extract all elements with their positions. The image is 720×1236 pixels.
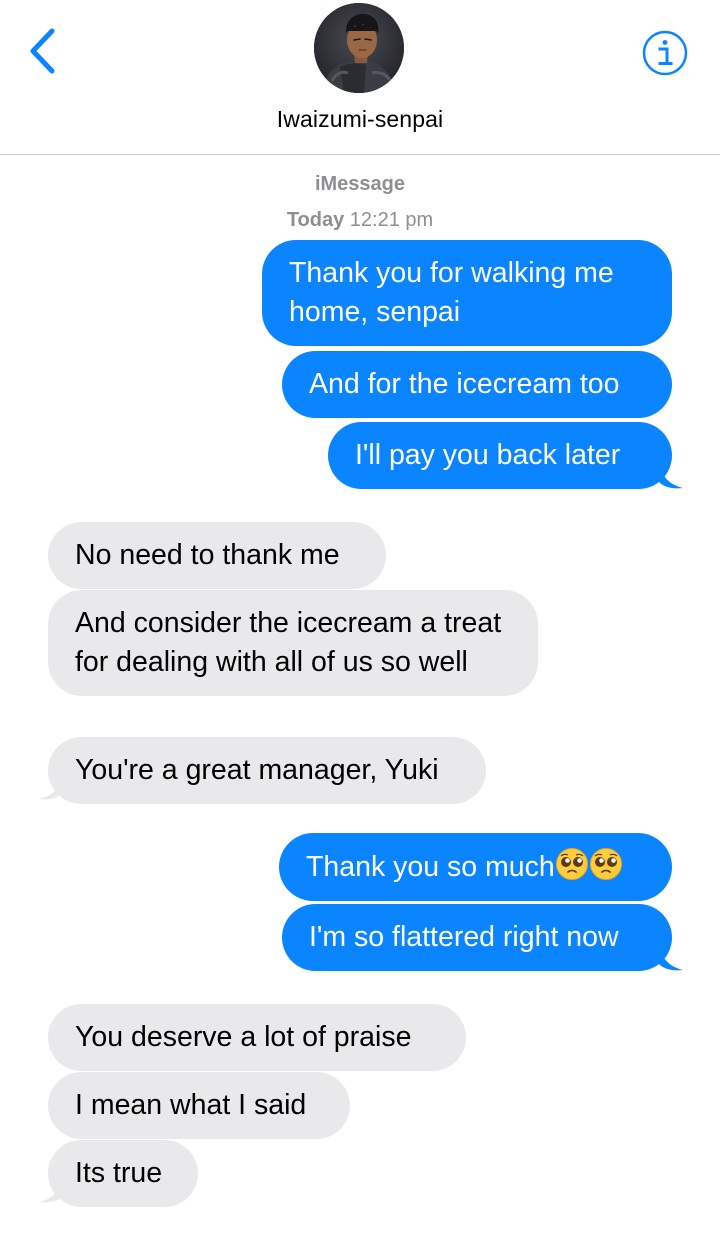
received-message-bubble[interactable]: Its true	[48, 1140, 198, 1207]
message-text: No need to thank me	[75, 539, 340, 571]
imessage-conversation: Iwaizumi-senpai iMessage Today 12:21 pm …	[0, 0, 720, 1236]
timestamp-day: Today	[286, 209, 345, 231]
info-button[interactable]	[641, 29, 689, 77]
received-message-bubble[interactable]: I mean what I said	[48, 1072, 350, 1139]
sent-message-bubble[interactable]: Thank you for walking me home, senpai	[262, 240, 672, 346]
chevron-left-icon	[30, 28, 55, 74]
message-text: I mean what I said	[75, 1089, 307, 1121]
contact-avatar[interactable]	[314, 3, 404, 93]
timestamp-time: 12:21 pm	[349, 209, 434, 231]
message-text: Thank you so much	[306, 851, 555, 883]
sent-message-bubble[interactable]: I'm so flattered right now	[282, 904, 672, 971]
sent-message-bubble[interactable]: I'll pay you back later	[328, 422, 672, 489]
conversation-header: Iwaizumi-senpai	[0, 0, 720, 155]
message-text: You deserve a lot of praise	[75, 1021, 412, 1053]
received-message-bubble[interactable]: You're a great manager, Yuki	[48, 737, 486, 804]
received-message-bubble[interactable]: No need to thank me	[48, 522, 386, 589]
pleading-face-emoji	[555, 847, 589, 881]
message-text: And consider the icecream a treat for de…	[75, 607, 502, 678]
received-message-bubble[interactable]: You deserve a lot of praise	[48, 1004, 466, 1071]
service-label: iMessage	[314, 173, 406, 195]
message-text: And for the icecream too	[309, 368, 620, 400]
message-text: You're a great manager, Yuki	[75, 754, 439, 786]
back-button[interactable]	[22, 24, 66, 78]
contact-name[interactable]: Iwaizumi-senpai	[0, 106, 720, 133]
message-text: I'll pay you back later	[355, 439, 621, 471]
message-text: Thank you for walking me home, senpai	[289, 257, 614, 328]
avatar-portrait	[314, 3, 404, 93]
message-timestamp: Today 12:21 pm	[0, 209, 720, 232]
info-circle-icon	[642, 30, 688, 76]
pleading-face-emoji	[589, 847, 623, 881]
received-message-bubble[interactable]: And consider the icecream a treat for de…	[48, 590, 538, 696]
sent-message-bubble[interactable]: And for the icecream too	[282, 351, 672, 418]
message-text: I'm so flattered right now	[309, 921, 619, 953]
sent-message-bubble[interactable]: Thank you so much	[279, 833, 672, 901]
message-text: Its true	[75, 1157, 163, 1189]
